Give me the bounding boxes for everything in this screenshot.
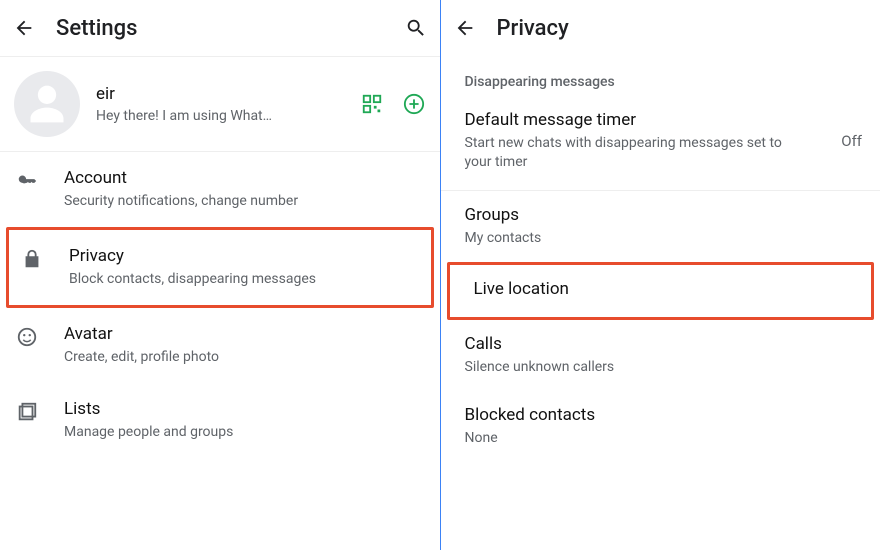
key-icon	[14, 168, 40, 192]
item-title: Account	[64, 168, 426, 188]
profile-status: Hey there! I am using What…	[96, 108, 306, 124]
profile-info: eir Hey there! I am using What…	[96, 84, 352, 124]
item-subtitle: Block contacts, disappearing messages	[69, 270, 421, 289]
settings-screen: Settings eir Hey there! I am using What…	[0, 0, 440, 550]
settings-header: Settings	[0, 0, 440, 56]
item-title: Live location	[474, 279, 854, 299]
privacy-item-blocked[interactable]: Blocked contacts None	[441, 391, 880, 462]
item-subtitle: Silence unknown callers	[465, 358, 785, 377]
privacy-item-live-location[interactable]: Live location	[447, 262, 875, 320]
lock-icon	[19, 246, 45, 270]
item-subtitle: My contacts	[465, 229, 785, 248]
item-subtitle: Start new chats with disappearing messag…	[465, 134, 785, 172]
item-title: Groups	[465, 205, 863, 225]
profile-row[interactable]: eir Hey there! I am using What…	[0, 56, 440, 152]
item-title: Avatar	[64, 324, 426, 344]
settings-item-account[interactable]: Account Security notifications, change n…	[0, 152, 440, 227]
back-icon[interactable]	[12, 16, 36, 40]
privacy-header: Privacy	[441, 0, 880, 56]
avatar-face-icon	[14, 324, 40, 348]
settings-item-avatar[interactable]: Avatar Create, edit, profile photo	[0, 308, 440, 383]
settings-item-privacy[interactable]: Privacy Block contacts, disappearing mes…	[6, 227, 434, 308]
item-title: Lists	[64, 399, 426, 419]
profile-actions	[360, 92, 426, 116]
timer-value: Off	[841, 132, 862, 150]
item-subtitle: Create, edit, profile photo	[64, 348, 426, 367]
item-title: Blocked contacts	[465, 405, 863, 425]
privacy-item-groups[interactable]: Groups My contacts	[441, 191, 880, 262]
item-subtitle: None	[465, 429, 785, 448]
back-icon[interactable]	[453, 16, 477, 40]
settings-title: Settings	[56, 16, 404, 41]
item-title: Default message timer	[465, 110, 842, 130]
add-icon[interactable]	[402, 92, 426, 116]
privacy-item-calls[interactable]: Calls Silence unknown callers	[441, 320, 880, 391]
item-title: Calls	[465, 334, 863, 354]
item-subtitle: Manage people and groups	[64, 423, 426, 442]
search-icon[interactable]	[404, 16, 428, 40]
privacy-title: Privacy	[497, 16, 869, 41]
lists-icon	[14, 399, 40, 423]
privacy-item-default-timer[interactable]: Default message timer Start new chats wi…	[441, 96, 880, 186]
profile-name: eir	[96, 84, 352, 104]
item-subtitle: Security notifications, change number	[64, 192, 426, 211]
settings-item-lists[interactable]: Lists Manage people and groups	[0, 383, 440, 458]
privacy-screen: Privacy Disappearing messages Default me…	[441, 0, 880, 550]
qr-code-icon[interactable]	[360, 92, 384, 116]
item-title: Privacy	[69, 246, 421, 266]
avatar	[14, 71, 80, 137]
section-disappearing: Disappearing messages	[441, 56, 880, 96]
